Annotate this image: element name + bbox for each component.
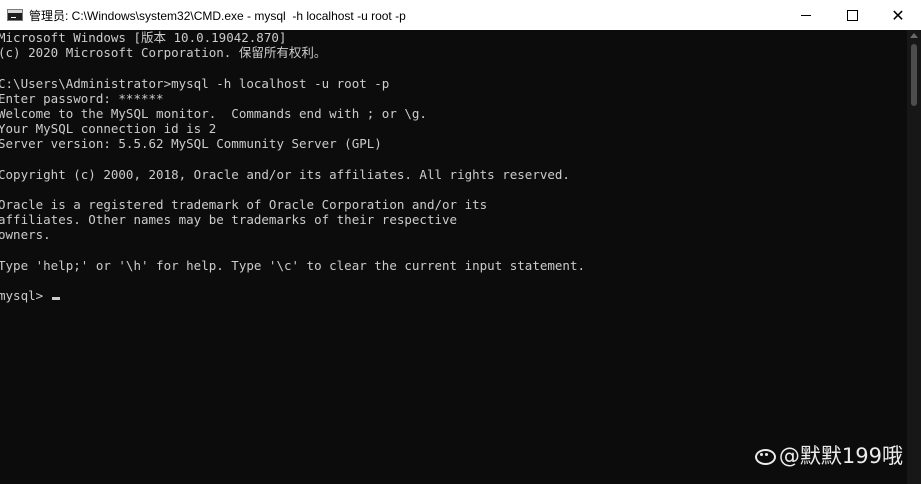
minimize-icon — [801, 14, 811, 16]
console-line: Copyright (c) 2000, 2018, Oracle and/or … — [0, 166, 570, 182]
console-line: Your MySQL connection id is 2 — [0, 121, 217, 137]
watermark: @默默199哦 — [753, 440, 903, 470]
console-line: Enter password: ****** — [0, 90, 164, 106]
scroll-thumb[interactable] — [911, 44, 917, 106]
scroll-up-arrow-icon[interactable] — [910, 33, 918, 38]
console-line: Microsoft Windows [版本 10.0.19042.870] — [0, 30, 287, 45]
console-line: Oracle is a registered trademark of Orac… — [0, 197, 488, 213]
watermark-text: @默默199哦 — [778, 444, 903, 468]
console-line: affiliates. Other names may be trademark… — [0, 212, 458, 228]
watermark-logo-icon — [753, 444, 776, 466]
maximize-button[interactable] — [829, 0, 875, 30]
maximize-icon — [846, 9, 858, 21]
console-area[interactable]: Microsoft Windows [版本 10.0.19042.870] (c)… — [0, 30, 907, 484]
console-line: (c) 2020 Microsoft Corporation. 保留所有权利。 — [0, 45, 327, 61]
console-line: Type 'help;' or '\h' for help. Type '\c'… — [0, 257, 585, 273]
console-output: Microsoft Windows [版本 10.0.19042.870] (c)… — [0, 30, 905, 303]
console-line: C:\Users\Administrator>mysql -h localhos… — [0, 75, 390, 91]
prompt-line[interactable]: mysql> — [0, 288, 905, 303]
console-line: Server version: 5.5.62 MySQL Community S… — [0, 136, 382, 152]
title-bar[interactable]: 管理员: C:\Windows\system32\CMD.exe - mysql… — [0, 0, 921, 30]
console-line: Welcome to the MySQL monitor. Commands e… — [0, 105, 427, 121]
minimize-button[interactable] — [783, 0, 829, 30]
cmd-window: 管理员: C:\Windows\system32\CMD.exe - mysql… — [0, 0, 921, 484]
vertical-scrollbar[interactable] — [907, 30, 921, 484]
text-cursor — [51, 297, 60, 301]
close-icon: ✕ — [891, 5, 905, 25]
window-title: 管理员: C:\Windows\system32\CMD.exe - mysql… — [29, 8, 406, 23]
caption-buttons: ✕ — [783, 0, 921, 30]
close-button[interactable]: ✕ — [875, 0, 921, 30]
mysql-prompt: mysql> — [0, 288, 51, 304]
console-line: owners. — [0, 227, 51, 243]
cmd-icon[interactable] — [7, 9, 23, 21]
